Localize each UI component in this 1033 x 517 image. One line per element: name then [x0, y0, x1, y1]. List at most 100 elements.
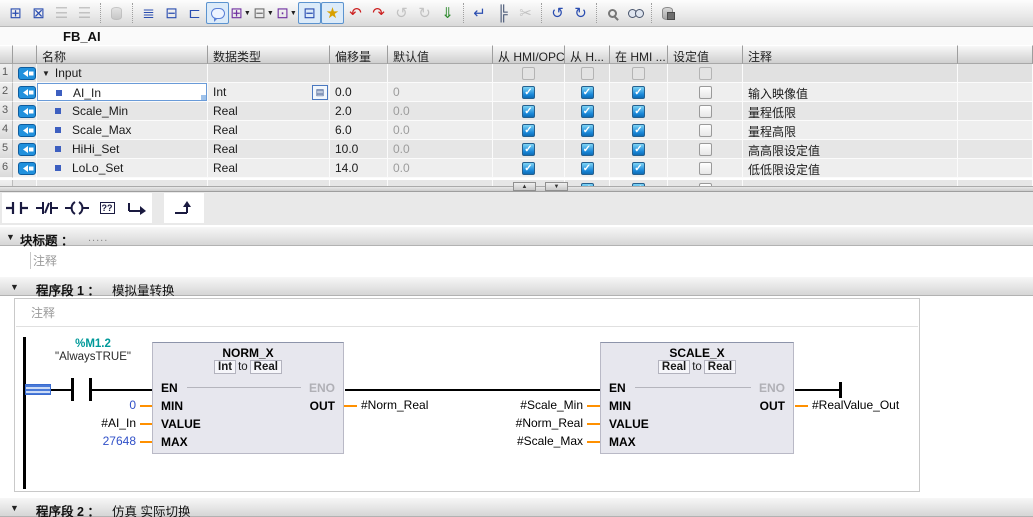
cell-offset[interactable]: 0.0: [330, 83, 388, 102]
checkbox[interactable]: ✓: [581, 162, 594, 175]
previous-error-icon[interactable]: ↶: [344, 2, 367, 24]
cell-default[interactable]: 0: [388, 83, 493, 102]
cell-default[interactable]: 0.0: [388, 140, 493, 159]
cell-default[interactable]: [388, 64, 493, 83]
cell-name[interactable]: LoLo_Set: [37, 159, 208, 178]
cell-datatype[interactable]: [208, 64, 330, 83]
cell-offset[interactable]: 10.0: [330, 140, 388, 159]
checkbox[interactable]: ✓: [632, 162, 645, 175]
checkbox[interactable]: ✓: [581, 86, 594, 99]
cast-to-dropdown[interactable]: Real: [250, 360, 282, 374]
cast-from-dropdown[interactable]: Real: [658, 360, 690, 374]
no-contact-button[interactable]: [2, 193, 32, 223]
undo-icon[interactable]: ↺: [546, 2, 569, 24]
favorites-toggle-icon[interactable]: ★: [321, 2, 344, 24]
go-to-related-icon[interactable]: ↵: [468, 2, 491, 24]
open-all-networks-icon[interactable]: ⊞▼: [229, 2, 252, 24]
checkbox[interactable]: ✓: [522, 124, 535, 137]
cast-from-dropdown[interactable]: Int: [214, 360, 236, 374]
contact-address[interactable]: %M1.2: [41, 338, 145, 351]
cell-name[interactable]: Scale_Max: [37, 121, 208, 140]
network1-caret-icon[interactable]: ▼: [10, 282, 19, 292]
cell-name[interactable]: Scale_Min: [37, 102, 208, 121]
operand-norm-min[interactable]: 0: [15, 398, 136, 412]
network2-caret-icon[interactable]: ▼: [10, 503, 19, 513]
block-title-value[interactable]: .....: [88, 232, 108, 244]
close-branch-button[interactable]: [164, 193, 204, 223]
checkbox[interactable]: ✓: [522, 143, 535, 156]
cell-comment[interactable]: 量程低限: [743, 102, 958, 121]
cell-datatype[interactable]: Int▤: [208, 83, 330, 102]
redo-icon[interactable]: ↻: [569, 2, 592, 24]
cell-comment[interactable]: 高高限设定值: [743, 140, 958, 159]
cell-offset[interactable]: 14.0: [330, 159, 388, 178]
delete-network-icon[interactable]: ⊠: [27, 2, 50, 24]
cell-default[interactable]: 0.0: [388, 121, 493, 140]
checkbox[interactable]: [699, 105, 712, 118]
monitoring-icon[interactable]: [624, 2, 647, 24]
checkbox[interactable]: [699, 162, 712, 175]
operand-scale-min[interactable]: #Scale_Min: [435, 398, 583, 412]
operand-scale-max[interactable]: #Scale_Max: [435, 434, 583, 448]
know-how-protection-icon[interactable]: [656, 2, 679, 24]
operand-scale-value[interactable]: #Norm_Real: [435, 416, 583, 430]
block-comment-field[interactable]: 注释: [30, 252, 57, 269]
nc-contact-button[interactable]: [32, 193, 62, 223]
datatype-dropdown-button[interactable]: ▤: [312, 85, 328, 100]
checkbox[interactable]: ✓: [522, 162, 535, 175]
cell-name[interactable]: AI_In: [37, 83, 208, 102]
expand-caret-icon[interactable]: ▼: [42, 69, 50, 78]
operand-norm-max[interactable]: 27648: [15, 434, 136, 448]
collapse-networks-icon[interactable]: ⊏: [183, 2, 206, 24]
coil-button[interactable]: [62, 193, 92, 223]
checkbox[interactable]: ✓: [581, 124, 594, 137]
cell-default[interactable]: 0.0: [388, 159, 493, 178]
name-edit-cell[interactable]: AI_In: [37, 83, 207, 101]
cell-resize-handle[interactable]: [201, 95, 206, 100]
network1-header-bar[interactable]: ▼ 程序段 1 ： 模拟量转换: [0, 276, 1033, 296]
call-structure-icon[interactable]: ╠: [491, 2, 514, 24]
cell-offset[interactable]: 6.0: [330, 121, 388, 140]
expand-networks-icon[interactable]: ⊟: [160, 2, 183, 24]
cell-comment[interactable]: 量程高限: [743, 121, 958, 140]
cell-comment[interactable]: [743, 64, 958, 83]
empty-box-button[interactable]: ??: [92, 193, 122, 223]
selected-wire-segment[interactable]: [25, 384, 51, 395]
cell-comment[interactable]: 低低限设定值: [743, 159, 958, 178]
compile-icon[interactable]: ⇓: [436, 2, 459, 24]
network1-title[interactable]: 模拟量转换: [112, 280, 175, 299]
scroll-up-button[interactable]: ▲: [513, 182, 536, 191]
cell-name[interactable]: ▼Input: [37, 64, 208, 83]
cell-datatype[interactable]: Real: [208, 102, 330, 121]
collapse-caret-icon[interactable]: ▼: [6, 232, 15, 242]
checkbox[interactable]: [699, 124, 712, 137]
cell-datatype[interactable]: Real: [208, 121, 330, 140]
find-replace-icon[interactable]: [601, 2, 624, 24]
cell-name[interactable]: HiHi_Set: [37, 140, 208, 159]
cell-comment[interactable]: 输入映像值: [743, 83, 958, 102]
network2-header-bar[interactable]: ▼ 程序段 2 ： 仿真 实际切换: [0, 497, 1033, 517]
checkbox[interactable]: ✓: [522, 105, 535, 118]
contact-symbol[interactable]: "AlwaysTRUE": [41, 351, 145, 364]
insert-segment-icon[interactable]: ⊡▼: [275, 2, 298, 24]
network1-comment-field[interactable]: 注释: [31, 304, 55, 321]
cell-offset[interactable]: [330, 64, 388, 83]
operand-norm-out[interactable]: #Norm_Real: [361, 398, 428, 412]
operand-norm-value[interactable]: #AI_In: [15, 416, 136, 430]
cell-default[interactable]: 0.0: [388, 102, 493, 121]
display-mode-icon[interactable]: ⊟: [298, 2, 321, 24]
cast-to-dropdown[interactable]: Real: [704, 360, 736, 374]
cell-offset[interactable]: 2.0: [330, 102, 388, 121]
close-all-networks-icon[interactable]: ⊟▼: [252, 2, 275, 24]
checkbox[interactable]: ✓: [632, 86, 645, 99]
cell-datatype[interactable]: Real: [208, 159, 330, 178]
block-title-section-bar[interactable]: ▼ 块标题 ： .....: [0, 226, 1033, 246]
next-error-icon[interactable]: ↷: [367, 2, 390, 24]
checkbox[interactable]: [699, 86, 712, 99]
checkbox[interactable]: ✓: [632, 105, 645, 118]
checkbox[interactable]: ✓: [632, 124, 645, 137]
operand-scale-out[interactable]: #RealValue_Out: [812, 398, 899, 412]
norm-x-block[interactable]: NORM_X InttoReal EN ENO MIN OUT VALUE MA…: [152, 342, 344, 454]
cell-datatype[interactable]: Real: [208, 140, 330, 159]
checkbox[interactable]: ✓: [581, 143, 594, 156]
